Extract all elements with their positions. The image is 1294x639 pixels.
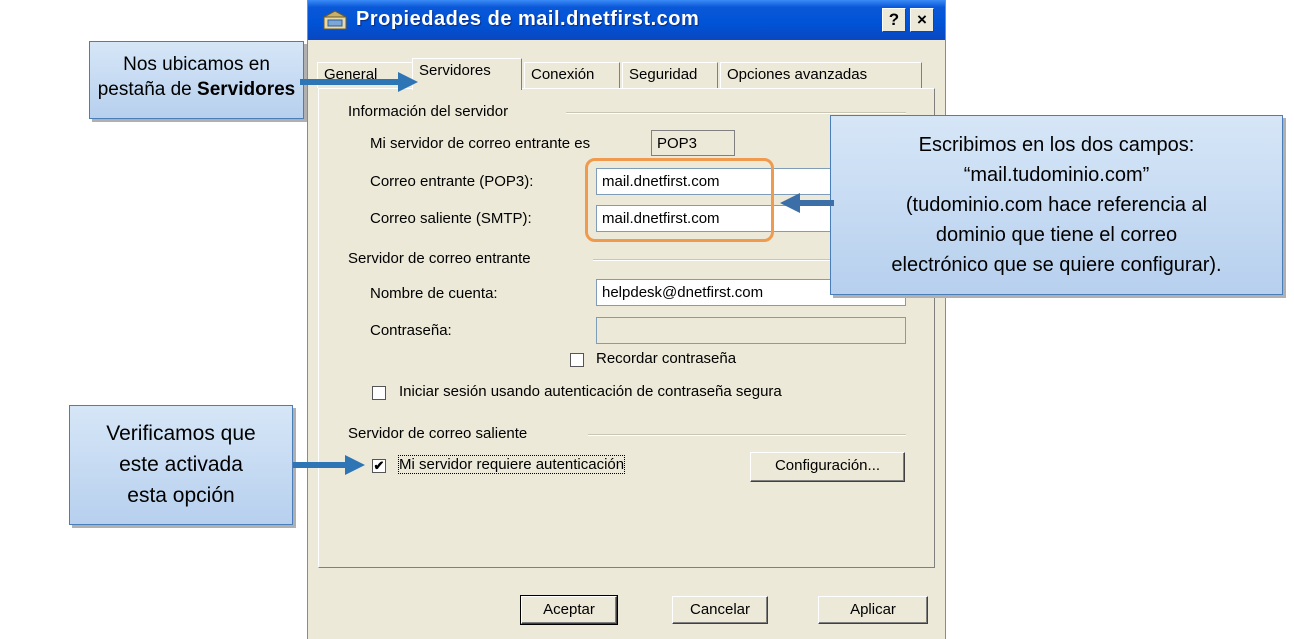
callout-tab-line1: Nos ubicamos en	[123, 54, 270, 75]
properties-dialog: Propiedades de mail.dnetfirst.com ? × Ge…	[307, 0, 946, 639]
group-server-info-label: Información del servidor	[348, 103, 509, 120]
group-divider	[588, 434, 906, 436]
tab-opciones-avanzadas[interactable]: Opciones avanzadas	[720, 62, 922, 88]
group-outgoing-label: Servidor de correo saliente	[348, 425, 528, 442]
callout-tab-note: Nos ubicamos en pestaña de Servidores	[89, 41, 304, 119]
account-name-label: Nombre de cuenta:	[370, 285, 498, 302]
tab-servidores[interactable]: Servidores	[412, 58, 522, 90]
ok-button[interactable]: Aceptar	[520, 595, 618, 625]
cancel-button[interactable]: Cancelar	[672, 596, 768, 624]
arrow-to-fields-icon	[780, 193, 834, 213]
close-button[interactable]: ×	[910, 8, 934, 32]
server-fields-highlight	[585, 158, 774, 242]
group-divider	[566, 112, 906, 114]
callout-auth-line: esta opción	[127, 484, 235, 507]
tab-seguridad[interactable]: Seguridad	[622, 62, 718, 88]
callout-fields-line: dominio que tiene el correo	[935, 224, 1178, 246]
incoming-type-value: POP3	[651, 130, 735, 156]
title-bar[interactable]: Propiedades de mail.dnetfirst.com ? ×	[308, 0, 945, 40]
smtp-auth-checkbox[interactable]: ✔	[372, 459, 386, 473]
secure-auth-checkbox[interactable]	[372, 386, 386, 400]
callout-auth-line: Verificamos que	[106, 422, 256, 445]
help-button[interactable]: ?	[882, 8, 906, 32]
arrow-to-tab-icon	[300, 72, 418, 92]
password-label: Contraseña:	[370, 322, 452, 339]
callout-fields-line: electrónico que se quiere configurar).	[891, 254, 1222, 276]
smtp-auth-label: Mi servidor requiere autenticación	[397, 455, 626, 474]
outgoing-server-label: Correo saliente (SMTP):	[370, 210, 532, 227]
remember-password-label: Recordar contraseña	[596, 350, 737, 367]
window-title: Propiedades de mail.dnetfirst.com	[356, 8, 700, 30]
password-input[interactable]	[596, 317, 906, 344]
callout-fields-line: “mail.tudominio.com”	[963, 164, 1150, 186]
callout-auth-note: Verificamos que este activada esta opció…	[69, 405, 293, 525]
tab-conexion[interactable]: Conexión	[524, 62, 620, 88]
incoming-server-label: Correo entrante (POP3):	[370, 173, 534, 190]
callout-auth-line: este activada	[119, 453, 243, 476]
callout-fields-line: Escribimos en los dos campos:	[918, 134, 1195, 156]
secure-auth-label: Iniciar sesión usando autenticación de c…	[399, 383, 782, 400]
group-incoming-label: Servidor de correo entrante	[348, 250, 531, 267]
mail-account-icon	[323, 10, 347, 30]
callout-fields-line: (tudominio.com hace referencia al	[905, 194, 1208, 216]
incoming-type-label: Mi servidor de correo entrante es	[370, 135, 591, 152]
arrow-to-checkbox-icon	[293, 455, 365, 475]
settings-button[interactable]: Configuración...	[750, 452, 905, 482]
remember-password-checkbox[interactable]	[570, 353, 584, 367]
apply-button[interactable]: Aplicar	[818, 596, 928, 624]
callout-tab-line2: pestaña de Servidores	[97, 79, 296, 100]
callout-fields-note: Escribimos en los dos campos: “mail.tudo…	[830, 115, 1283, 295]
